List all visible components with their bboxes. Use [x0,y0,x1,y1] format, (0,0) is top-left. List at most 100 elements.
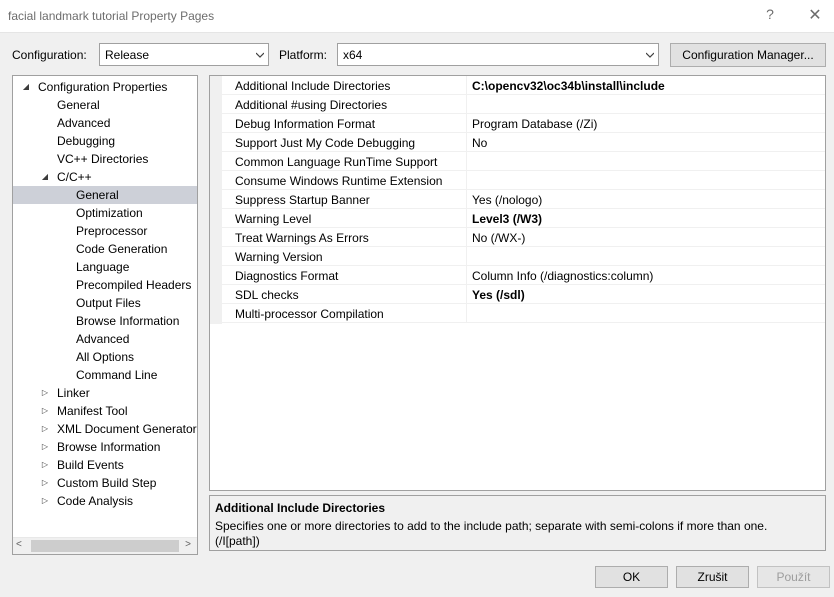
tree-item-label: Manifest Tool [57,404,128,418]
grid-row-debug-information-format[interactable]: Debug Information Format Program Databas… [222,114,825,133]
expand-icon[interactable]: ▷ [40,492,50,510]
tree-item-general[interactable]: General [13,96,197,114]
tree-item-c-cpp[interactable]: ◢ C/C++ [13,168,197,186]
tree-item-linker[interactable]: ▷ Linker [13,384,197,402]
property-tree[interactable]: ◢ Configuration Properties General Advan… [12,75,198,555]
expand-icon[interactable]: ▷ [40,474,50,492]
tree-item-vc-directories[interactable]: VC++ Directories [13,150,197,168]
ok-button[interactable]: OK [595,566,668,588]
tree-item-label: Precompiled Headers [76,278,192,292]
grid-row-multi-processor-compilation[interactable]: Multi-processor Compilation [222,304,825,323]
property-value[interactable]: Level3 (/W3) [472,212,542,226]
cancel-button-label: Zrušit [697,570,728,584]
scroll-right-icon[interactable]: > [185,539,191,550]
expand-icon[interactable]: ▷ [40,384,50,402]
grid-row-warning-version[interactable]: Warning Version [222,247,825,266]
grid-row-additional-include-directories[interactable]: Additional Include Directories C:\opencv… [222,76,825,95]
column-divider [466,95,467,114]
tree-item-all-options[interactable]: All Options [13,348,197,366]
tree-item-cpp-general[interactable]: General [13,186,197,204]
expand-icon[interactable]: ▷ [40,438,50,456]
grid-row-sdl-checks[interactable]: SDL checks Yes (/sdl) [222,285,825,304]
column-divider [466,209,467,228]
tree-item-advanced[interactable]: Advanced [13,114,197,132]
scrollbar-thumb[interactable] [31,540,179,552]
platform-dropdown[interactable]: x64 [337,43,659,66]
configuration-manager-button[interactable]: Configuration Manager... [670,43,826,67]
property-value[interactable]: No [472,136,487,150]
configuration-label: Configuration: [12,48,87,62]
window-title: facial landmark tutorial Property Pages [8,9,215,23]
tree-item-output-files[interactable]: Output Files [13,294,197,312]
tree-item-browse-information[interactable]: ▷ Browse Information [13,438,197,456]
grid-row-treat-warnings-as-errors[interactable]: Treat Warnings As Errors No (/WX-) [222,228,825,247]
tree-item-cpp-browse-information[interactable]: Browse Information [13,312,197,330]
chevron-down-icon [646,52,654,58]
property-grid[interactable]: Additional Include Directories C:\opencv… [209,75,826,491]
expand-icon[interactable]: ◢ [21,78,31,96]
description-text: Specifies one or more directories to add… [215,519,768,548]
tree-item-label: Optimization [76,206,143,220]
grid-row-consume-winrt-extension[interactable]: Consume Windows Runtime Extension [222,171,825,190]
grid-row-diagnostics-format[interactable]: Diagnostics Format Column Info (/diagnos… [222,266,825,285]
property-name: Debug Information Format [235,117,376,131]
tree-item-precompiled-headers[interactable]: Precompiled Headers [13,276,197,294]
grid-row-support-just-my-code[interactable]: Support Just My Code Debugging No [222,133,825,152]
expand-icon[interactable]: ▷ [40,402,50,420]
tree-item-optimization[interactable]: Optimization [13,204,197,222]
configuration-dropdown[interactable]: Release [99,43,269,66]
description-title: Additional Include Directories [215,501,386,515]
property-value[interactable]: C:\opencv32\oc34b\install\include [472,79,665,93]
tree-item-custom-build-step[interactable]: ▷ Custom Build Step [13,474,197,492]
grid-row-suppress-startup-banner[interactable]: Suppress Startup Banner Yes (/nologo) [222,190,825,209]
tree-item-xml-document-generator[interactable]: ▷ XML Document Generator [13,420,197,438]
tree-item-build-events[interactable]: ▷ Build Events [13,456,197,474]
title-bar: facial landmark tutorial Property Pages … [0,0,834,33]
tree-item-debugging[interactable]: Debugging [13,132,197,150]
column-divider [466,76,467,95]
column-divider [466,266,467,285]
horizontal-scrollbar[interactable]: < > [13,537,197,554]
tree-item-label: Language [76,260,130,274]
tree-item-label: Output Files [76,296,141,310]
expand-icon[interactable]: ◢ [40,168,50,186]
grid-row-additional-using-directories[interactable]: Additional #using Directories [222,95,825,114]
scroll-left-icon[interactable]: < [16,539,22,550]
property-name: Treat Warnings As Errors [235,231,369,245]
close-icon[interactable]: ✕ [806,5,824,25]
apply-button[interactable]: Použít [757,566,830,588]
configuration-manager-label: Configuration Manager... [682,48,814,62]
property-value[interactable]: Program Database (/Zi) [472,117,597,131]
tree-item-preprocessor[interactable]: Preprocessor [13,222,197,240]
apply-button-label: Použít [776,570,811,584]
cancel-button[interactable]: Zrušit [676,566,749,588]
property-name: Suppress Startup Banner [235,193,370,207]
tree-item-code-analysis[interactable]: ▷ Code Analysis [13,492,197,510]
tree-item-manifest-tool[interactable]: ▷ Manifest Tool [13,402,197,420]
tree-item-command-line[interactable]: Command Line [13,366,197,384]
property-name: Warning Version [235,250,323,264]
help-icon[interactable]: ? [762,6,778,26]
column-divider [466,114,467,133]
property-value[interactable]: Yes (/nologo) [472,193,542,207]
grid-row-clr-support[interactable]: Common Language RunTime Support [222,152,825,171]
tree-item-label: Browse Information [57,440,161,454]
tree-item-label: VC++ Directories [57,152,149,166]
tree-item-label: XML Document Generator [57,422,197,436]
property-name: SDL checks [235,288,299,302]
tree-item-label: Build Events [57,458,124,472]
tree-item-label: Advanced [57,116,111,130]
property-value[interactable]: No (/WX-) [472,231,525,245]
property-value[interactable]: Column Info (/diagnostics:column) [472,269,653,283]
expand-icon[interactable]: ▷ [40,420,50,438]
configuration-value: Release [105,48,150,62]
tree-item-configuration-properties[interactable]: ◢ Configuration Properties [13,78,197,96]
column-divider [466,228,467,247]
tree-item-language[interactable]: Language [13,258,197,276]
tree-item-label: Advanced [76,332,130,346]
tree-item-cpp-advanced[interactable]: Advanced [13,330,197,348]
property-value[interactable]: Yes (/sdl) [472,288,525,302]
tree-item-code-generation[interactable]: Code Generation [13,240,197,258]
grid-row-warning-level[interactable]: Warning Level Level3 (/W3) [222,209,825,228]
expand-icon[interactable]: ▷ [40,456,50,474]
